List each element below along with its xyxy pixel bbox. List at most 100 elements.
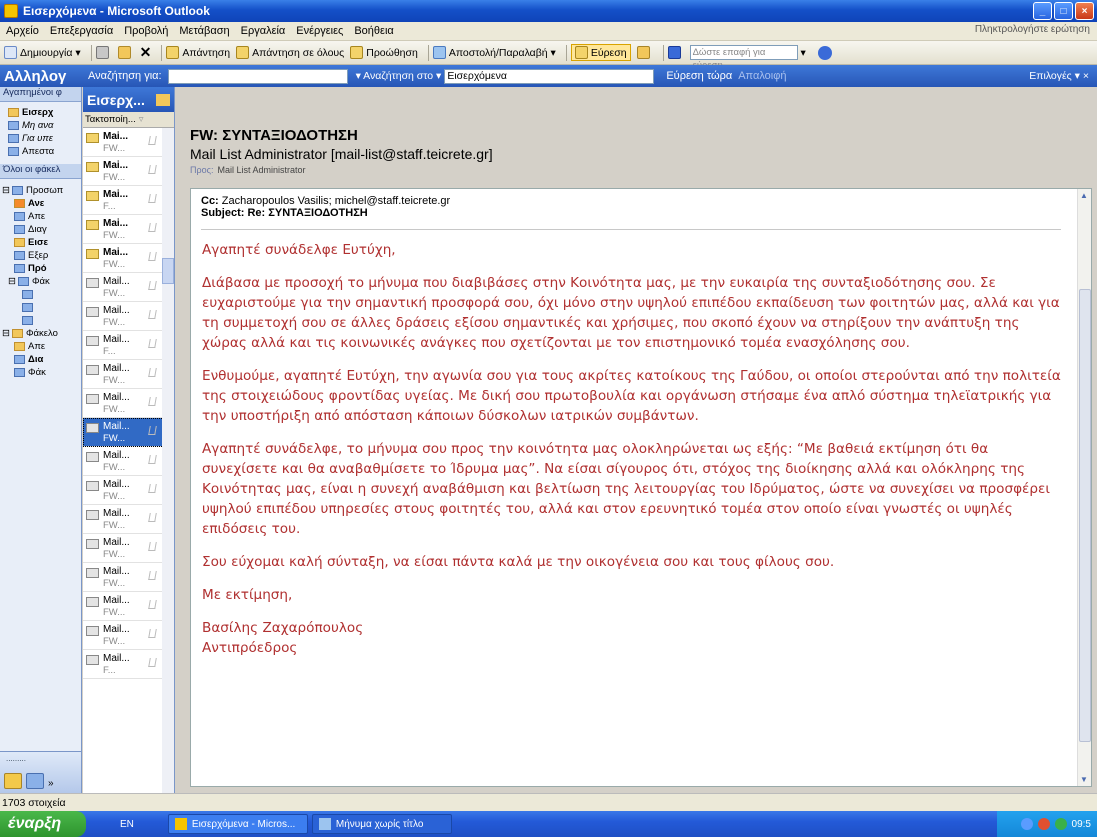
fav-item[interactable]: Απεστα bbox=[0, 145, 81, 158]
search-in-value[interactable]: Εισερχόμενα bbox=[444, 68, 655, 84]
network-icon[interactable] bbox=[1054, 818, 1067, 830]
list-item[interactable]: Mail... F... bbox=[83, 650, 174, 679]
reply-all-button[interactable]: Απάντηση σε όλους bbox=[236, 46, 344, 59]
scroll-thumb[interactable] bbox=[162, 258, 174, 284]
find-contact-dropdown[interactable]: ▾ bbox=[798, 47, 805, 59]
flag-icon[interactable] bbox=[148, 658, 157, 667]
flag-icon[interactable] bbox=[148, 600, 157, 609]
search-in-dropdown[interactable]: ▾ Αναζήτηση στο ▾ bbox=[356, 70, 442, 82]
favorites-header[interactable]: Αγαπημένοι φ bbox=[0, 87, 81, 102]
menu-edit[interactable]: Επεξεργασία bbox=[50, 25, 113, 37]
tree-item[interactable]: Απε bbox=[0, 210, 81, 223]
start-button[interactable]: έναρξη bbox=[0, 811, 86, 837]
list-item[interactable]: Mai... FW... bbox=[83, 244, 174, 273]
tree-item[interactable]: Φάκ bbox=[0, 366, 81, 379]
arrange-by-header[interactable]: Τακτοποίη... ▿ bbox=[83, 112, 174, 128]
address-book-button[interactable] bbox=[667, 46, 684, 59]
minimize-button[interactable]: _ bbox=[1033, 2, 1052, 20]
reply-button[interactable]: Απάντηση bbox=[166, 46, 230, 59]
scroll-down-icon[interactable]: ▼ bbox=[1080, 775, 1088, 784]
search-for-input[interactable] bbox=[167, 68, 348, 84]
find-button[interactable]: Εύρεση bbox=[570, 44, 631, 61]
list-item[interactable]: Mail... FW... bbox=[83, 302, 174, 331]
help-question-input[interactable]: Πληκτρολογήστε ερώτηση bbox=[918, 24, 1093, 39]
calendar-nav-icon[interactable] bbox=[26, 773, 44, 789]
move-to-folder-button[interactable] bbox=[117, 46, 134, 59]
organize-button[interactable] bbox=[636, 46, 653, 59]
fav-item[interactable]: Εισερχ bbox=[0, 106, 81, 119]
find-contact-input[interactable]: Δώστε επαφή για εύρεση bbox=[689, 45, 798, 71]
tree-item[interactable]: ⊟ Φάκελο bbox=[0, 327, 81, 340]
maximize-button[interactable]: □ bbox=[1054, 2, 1073, 20]
close-button[interactable]: × bbox=[1075, 2, 1094, 20]
list-item[interactable]: Mail... FW... bbox=[83, 621, 174, 650]
list-item[interactable]: Mail... FW... bbox=[83, 534, 174, 563]
tree-item[interactable]: Απε bbox=[0, 340, 81, 353]
flag-icon[interactable] bbox=[148, 165, 157, 174]
flag-icon[interactable] bbox=[148, 397, 157, 406]
flag-icon[interactable] bbox=[148, 629, 157, 638]
flag-icon[interactable] bbox=[148, 136, 157, 145]
find-now-button[interactable]: Εύρεση τώρα bbox=[666, 70, 732, 82]
security-icon[interactable] bbox=[1037, 818, 1050, 830]
all-folders-header[interactable]: Όλοι οι φάκελ bbox=[0, 164, 81, 179]
taskbar-button-message[interactable]: Μήνυμα χωρίς τίτλο bbox=[311, 814, 452, 834]
list-item[interactable]: Mail... FW... bbox=[83, 476, 174, 505]
send-receive-button[interactable]: Αποστολή/Παραλαβή ▾ bbox=[432, 46, 556, 59]
options-button[interactable]: Επιλογές ▾ × bbox=[1029, 70, 1089, 82]
clear-button[interactable]: Απαλοιφή bbox=[738, 70, 786, 82]
flag-icon[interactable] bbox=[148, 513, 157, 522]
list-item[interactable]: Mai... F... bbox=[83, 186, 174, 215]
list-item[interactable]: Mail... FW... bbox=[83, 592, 174, 621]
tree-item[interactable]: Διαγ bbox=[0, 223, 81, 236]
help-icon[interactable] bbox=[817, 45, 832, 60]
list-item[interactable]: Mail... F... bbox=[83, 331, 174, 360]
menu-actions[interactable]: Ενέργειες bbox=[296, 25, 343, 37]
message-body-scrollbar[interactable]: ▲ ▼ bbox=[1077, 189, 1091, 786]
flag-icon[interactable] bbox=[148, 542, 157, 551]
flag-icon[interactable] bbox=[148, 252, 157, 261]
tree-item[interactable] bbox=[0, 314, 81, 327]
tree-item[interactable]: ⊟ Προσωπ bbox=[0, 184, 81, 197]
tree-item[interactable]: Εξερ bbox=[0, 249, 81, 262]
message-list-scrollbar[interactable] bbox=[162, 128, 174, 793]
list-item[interactable]: Mail... FW... bbox=[83, 418, 174, 447]
message-sender[interactable]: Mail List Administrator [mail-list@staff… bbox=[190, 146, 1090, 162]
menu-file[interactable]: Αρχείο bbox=[6, 25, 39, 37]
delete-button[interactable]: ✕ bbox=[140, 44, 152, 61]
tree-item[interactable]: Εισε bbox=[0, 236, 81, 249]
tree-item[interactable] bbox=[0, 288, 81, 301]
flag-icon[interactable] bbox=[148, 571, 157, 580]
flag-icon[interactable] bbox=[148, 310, 157, 319]
flag-icon[interactable] bbox=[148, 223, 157, 232]
menu-go[interactable]: Μετάβαση bbox=[179, 25, 229, 37]
scroll-thumb[interactable] bbox=[1079, 289, 1091, 742]
tree-item[interactable] bbox=[0, 301, 81, 314]
flag-icon[interactable] bbox=[148, 281, 157, 290]
tree-item[interactable]: Ανε bbox=[0, 197, 81, 210]
list-item[interactable]: Mai... FW... bbox=[83, 128, 174, 157]
list-item[interactable]: Mail... FW... bbox=[83, 447, 174, 476]
list-item[interactable]: Mai... FW... bbox=[83, 157, 174, 186]
tree-item[interactable]: ⊟ Φάκ bbox=[0, 275, 81, 288]
menu-tools[interactable]: Εργαλεία bbox=[241, 25, 286, 37]
flag-icon[interactable] bbox=[148, 339, 157, 348]
menu-view[interactable]: Προβολή bbox=[124, 25, 168, 37]
flag-icon[interactable] bbox=[148, 484, 157, 493]
tree-item[interactable]: Δια bbox=[0, 353, 81, 366]
flag-icon[interactable] bbox=[148, 194, 157, 203]
print-button[interactable] bbox=[95, 46, 112, 59]
list-item[interactable]: Mai... FW... bbox=[83, 215, 174, 244]
back-arrow-icon[interactable] bbox=[1020, 818, 1033, 830]
flag-icon[interactable] bbox=[148, 426, 157, 435]
mail-nav-icon[interactable] bbox=[4, 773, 22, 789]
fav-item[interactable]: Μη ανα bbox=[0, 119, 81, 132]
tree-item[interactable]: Πρό bbox=[0, 262, 81, 275]
fav-item[interactable]: Για υπε bbox=[0, 132, 81, 145]
list-item[interactable]: Mail... FW... bbox=[83, 505, 174, 534]
flag-icon[interactable] bbox=[148, 368, 157, 377]
list-item[interactable]: Mail... FW... bbox=[83, 360, 174, 389]
list-item[interactable]: Mail... FW... bbox=[83, 563, 174, 592]
scroll-up-icon[interactable]: ▲ bbox=[1080, 191, 1088, 200]
taskbar-button-outlook[interactable]: Εισερχόμενα - Micros... bbox=[167, 814, 308, 834]
